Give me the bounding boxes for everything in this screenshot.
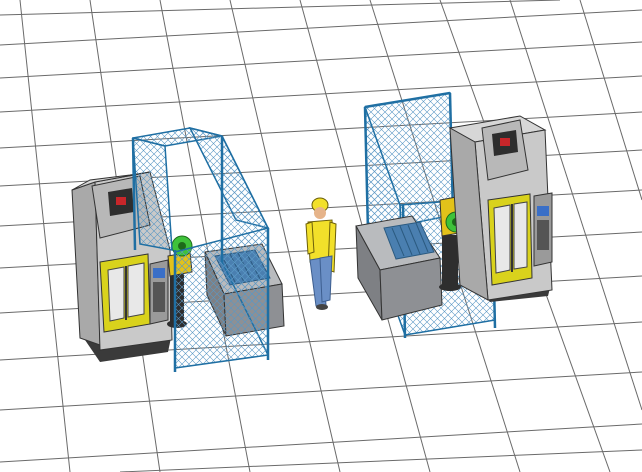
right-cnc-machine <box>448 115 553 302</box>
cell-layout-scene <box>0 0 642 472</box>
operator-figure <box>305 197 337 310</box>
